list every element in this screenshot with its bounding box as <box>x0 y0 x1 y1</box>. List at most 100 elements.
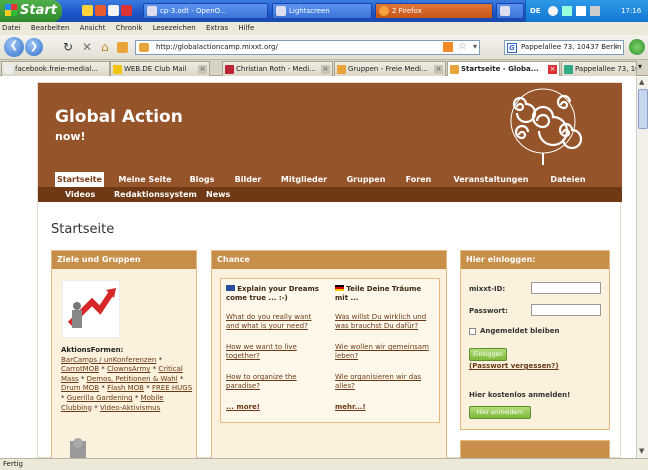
menu-datei[interactable]: Datei <box>2 22 21 35</box>
link-flash-mob[interactable]: Flash MOB <box>107 384 144 392</box>
register-button[interactable]: Hier anmelden! <box>469 406 531 419</box>
menu-hilfe[interactable]: Hilfe <box>238 22 254 35</box>
nav-startseite[interactable]: Startseite <box>55 172 104 187</box>
tab-favicon <box>564 65 573 74</box>
quicklaunch-firefox-icon[interactable] <box>95 5 106 16</box>
link-how-to-organize[interactable]: How to organize the paradise? <box>226 373 316 391</box>
menu-ansicht[interactable]: Ansicht <box>80 22 106 35</box>
link-mehr-de[interactable]: mehr...! <box>335 403 366 412</box>
tab-gruppen[interactable]: Gruppen - Freie Medi... × <box>334 61 446 76</box>
tab-label: Gruppen - Freie Medi... <box>348 65 428 73</box>
clock[interactable]: 17:16 <box>621 7 641 15</box>
forward-button[interactable]: ❯ <box>25 38 43 56</box>
tab-pappelallee[interactable]: Pappelallee 73, 1043... <box>561 61 637 76</box>
tab-facebook[interactable]: facebook.freie-medial... <box>1 61 110 76</box>
nav-blogs[interactable]: Blogs <box>186 172 218 187</box>
taskbar-button-openoffice[interactable]: cp-3.odt - OpenO... <box>143 3 268 19</box>
start-button[interactable]: Start <box>0 0 62 22</box>
tab-christian-roth[interactable]: Christian Roth - Medi... × <box>222 61 333 76</box>
reload-icon[interactable]: ↻ <box>63 41 73 53</box>
link-barcamps[interactable]: BarCamps / unKonferenzen <box>61 356 156 364</box>
login-heading: Hier einloggen: <box>461 251 609 269</box>
language-indicator[interactable]: DE <box>530 7 541 15</box>
nav-foren[interactable]: Foren <box>401 172 436 187</box>
tab-startseite[interactable]: Startseite - Globa... × <box>447 61 560 76</box>
site-title[interactable]: Global Action <box>55 107 183 127</box>
volume-icon[interactable] <box>590 6 600 16</box>
quicklaunch-app-icon[interactable] <box>108 5 119 16</box>
aktion-image[interactable] <box>62 280 120 338</box>
link-drum-mob[interactable]: Drum MOB <box>61 384 99 392</box>
search-input[interactable]: G Pappelallee 73, 10437 Berlin <box>504 40 624 55</box>
link-wie-organisieren[interactable]: Wie organisieren wir das alles? <box>335 373 435 391</box>
link-guerilla-gardening[interactable]: Guerilla Gardening <box>67 394 133 402</box>
home-icon[interactable]: ⌂ <box>101 41 109 53</box>
subnav-videos[interactable]: Videos <box>65 187 95 202</box>
search-magnifier-icon[interactable]: ⌕ <box>614 42 619 52</box>
taskbar-button-firefox[interactable]: 2 Firefox <box>375 3 493 19</box>
link-demos[interactable]: Demos, Petitionen & Wahl <box>87 375 178 383</box>
nav-bilder[interactable]: Bilder <box>231 172 265 187</box>
scroll-thumb[interactable] <box>638 89 648 129</box>
quicklaunch-folder-icon[interactable] <box>82 5 93 16</box>
remember-checkbox[interactable] <box>469 328 476 335</box>
quicklaunch-media-icon[interactable] <box>121 5 132 16</box>
back-button[interactable]: ❮ <box>4 37 24 57</box>
menu-lesezeichen[interactable]: Lesezeichen <box>153 22 196 35</box>
addon-icon[interactable] <box>629 39 645 55</box>
subnav-redaktionssystem[interactable]: Redaktionssystem <box>114 187 197 202</box>
url-dropdown-icon[interactable]: ▾ <box>473 42 477 51</box>
nav-gruppen[interactable]: Gruppen <box>344 172 388 187</box>
password-field[interactable] <box>531 304 601 316</box>
nav-dateien[interactable]: Dateien <box>546 172 590 187</box>
tray-icon-1[interactable] <box>548 6 558 16</box>
scroll-up-icon[interactable]: ▲ <box>639 78 644 86</box>
nav-meine-seite[interactable]: Meine Seite <box>114 172 176 187</box>
bookmark-star-icon[interactable]: ☆ <box>458 41 467 52</box>
openoffice-icon <box>147 6 157 16</box>
taskbar-button-search[interactable] <box>496 3 524 19</box>
menu-bearbeiten[interactable]: Bearbeiten <box>31 22 69 35</box>
tab-list-icon[interactable]: ▾ <box>638 62 642 71</box>
statue-image[interactable] <box>62 437 94 458</box>
tab-close-icon[interactable]: × <box>434 65 443 74</box>
aktionsformen-label: AktionsFormen: <box>61 346 124 354</box>
url-bar[interactable]: http://globalactioncamp.mixxt.org/ ☆ ▾ <box>135 40 480 55</box>
vertical-scrollbar[interactable]: ▲ ▼ <box>636 77 648 458</box>
scroll-down-icon[interactable]: ▼ <box>639 447 644 455</box>
link-clownsarmy[interactable]: ClownsArmy <box>107 365 150 373</box>
page-title: Startseite <box>51 222 115 237</box>
mixxt-id-field[interactable] <box>531 282 601 294</box>
link-more-en[interactable]: ... more! <box>226 403 260 412</box>
tray-icon-2[interactable] <box>562 6 572 16</box>
link-how-to-live[interactable]: How we want to live together? <box>226 343 316 361</box>
windows-taskbar: Start cp-3.odt - OpenO... Lightscreen 2 … <box>0 0 648 22</box>
tab-close-icon[interactable]: × <box>198 65 207 74</box>
taskbar-button-lightscreen[interactable]: Lightscreen <box>272 3 372 19</box>
rss-icon[interactable] <box>443 42 453 52</box>
link-free-hugs[interactable]: FREE HUGS <box>152 384 192 392</box>
link-was-willst-du[interactable]: Was willst Du wirklich und was brauchst … <box>335 313 435 331</box>
tab-webde[interactable]: WEB.DE Club Mail × <box>110 61 210 76</box>
network-icon[interactable] <box>576 6 586 16</box>
windows-logo-icon <box>5 4 17 16</box>
taskbar-button-label: Lightscreen <box>289 7 330 15</box>
menu-chronik[interactable]: Chronik <box>116 22 143 35</box>
link-wie-leben[interactable]: Wie wollen wir gemeinsam leben? <box>335 343 435 361</box>
menu-extras[interactable]: Extras <box>206 22 228 35</box>
link-video-aktivismus[interactable]: Video-Aktivismus <box>100 404 160 412</box>
start-label: Start <box>20 3 57 18</box>
login-button[interactable]: Einloggen <box>469 348 507 361</box>
taskbar-button-label: cp-3.odt - OpenO... <box>160 7 227 15</box>
nav-veranstaltungen[interactable]: Veranstaltungen <box>448 172 534 187</box>
stop-icon[interactable]: ✕ <box>82 41 92 53</box>
tab-close-icon[interactable]: × <box>321 65 330 74</box>
link-what-do-you-want[interactable]: What do you really want and what is your… <box>226 313 326 331</box>
lightscreen-icon <box>276 6 286 16</box>
link-carrotmob[interactable]: CarrotMOB <box>61 365 99 373</box>
main-nav: Startseite Meine Seite Blogs Bilder Mitg… <box>38 172 622 187</box>
tab-close-icon[interactable]: × <box>548 65 557 74</box>
nav-mitglieder[interactable]: Mitglieder <box>278 172 330 187</box>
forgot-password-link[interactable]: (Passwort vergessen?) <box>469 362 559 370</box>
subnav-news[interactable]: News <box>206 187 230 202</box>
